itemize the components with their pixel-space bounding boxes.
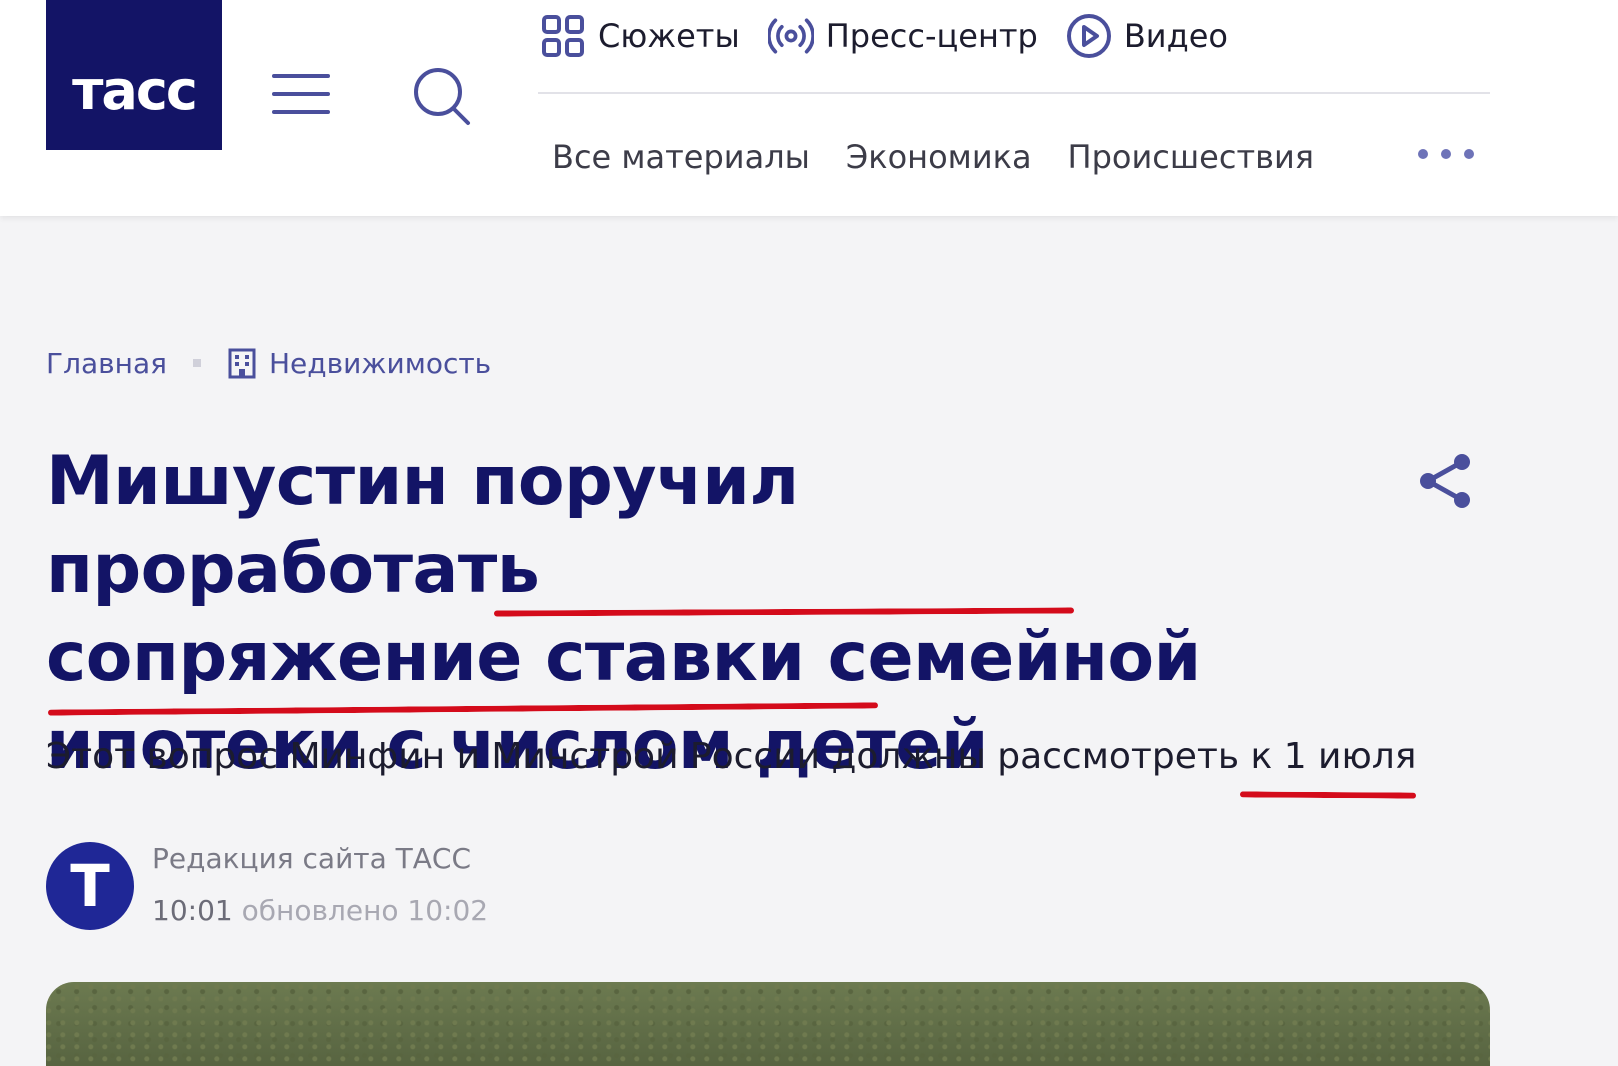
topnav-label: Пресс-центр [825,17,1038,55]
play-icon [1066,13,1112,59]
headline-line-1: Мишустин поручил проработать [46,442,799,609]
author-name[interactable]: Редакция сайта ТАСС [152,842,471,875]
building-icon [228,348,256,379]
broadcast-icon [767,13,814,59]
logo-text: тасс [72,58,198,122]
time-updated: обновлено 10:02 [241,894,489,927]
page: тасс Сюжеты Пресс-центр Видео Все матери… [0,0,1618,1066]
article-photo [46,982,1490,1066]
topnav-video[interactable]: Видео [1066,13,1228,59]
more-icon[interactable] [1418,142,1474,166]
share-icon[interactable] [1416,452,1474,510]
breadcrumb-home[interactable]: Главная [46,347,167,380]
subtitle-highlight: к 1 июля [1250,736,1417,777]
top-nav: Сюжеты Пресс-центр Видео [540,8,1256,64]
avatar[interactable]: Т [46,842,134,930]
category-all-materials[interactable]: Все материалы [552,138,810,176]
time-published: 10:01 [152,894,233,927]
tass-logo[interactable]: тасс [46,0,222,150]
topnav-label: Сюжеты [598,17,740,55]
subtitle-main: Этот вопрос Минфин и Минстрой России дол… [46,736,1251,777]
menu-icon[interactable] [272,74,330,116]
grid-icon [540,13,586,59]
header-divider [538,92,1490,94]
breadcrumb: Главная Недвижимость [46,340,491,386]
publish-time: 10:01 обновлено 10:02 [152,894,488,927]
breadcrumb-separator [192,359,201,367]
article-subtitle: Этот вопрос Минфин и Минстрой России дол… [46,736,1416,777]
headline-line-2a: сопряжение [46,618,546,697]
breadcrumb-section[interactable]: Недвижимость [269,347,491,380]
topnav-label: Видео [1123,17,1228,55]
avatar-letter: Т [70,852,110,920]
topnav-stories[interactable]: Сюжеты [540,13,740,59]
category-nav: Все материалы Экономика Происшествия [552,130,1350,184]
topnav-press-center[interactable]: Пресс-центр [767,13,1038,59]
highlight-underline [1239,791,1417,799]
site-header: тасс Сюжеты Пресс-центр Видео Все матери… [0,0,1618,216]
headline-line-2b: ставки семейной [545,618,1201,697]
search-icon[interactable] [412,64,472,128]
category-economy[interactable]: Экономика [846,138,1032,176]
category-incidents[interactable]: Происшествия [1068,138,1314,176]
